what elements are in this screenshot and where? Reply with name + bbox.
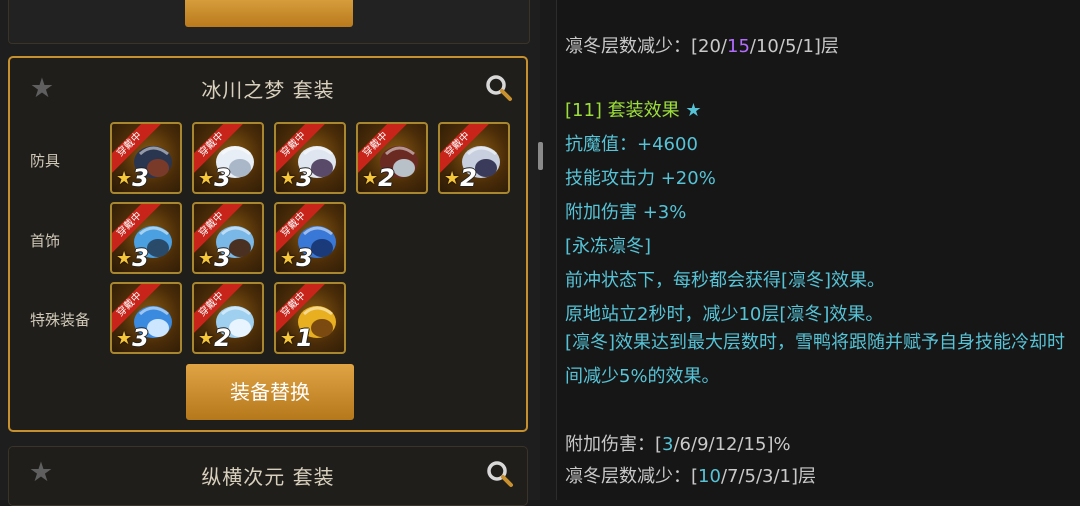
equipment-slot[interactable]: 穿戴中 ★ 3 <box>110 282 182 354</box>
equipment-slot[interactable]: 穿戴中 ★ 3 <box>110 202 182 274</box>
equipment-slot[interactable]: 穿戴中 ★ 3 <box>110 122 182 194</box>
frost-stack-line-1: 凛冬层数减少：[20/15/10/5/1]层 <box>565 36 839 57</box>
grade-label: ★ 2 <box>362 164 395 192</box>
equipment-slot[interactable]: 穿戴中 ★ 2 <box>192 282 264 354</box>
grade-label: ★ 2 <box>198 324 231 352</box>
skill-desc-1: 前冲状态下，每秒都会获得[凛冬]效果。 <box>565 270 886 291</box>
row-label-accessory: 首饰 <box>30 232 61 250</box>
equipment-slot[interactable]: 穿戴中 ★ 2 <box>356 122 428 194</box>
extra-damage-line: 附加伤害：[3/6/9/12/15]% <box>565 434 791 455</box>
equipment-slot[interactable]: 穿戴中 ★ 3 <box>274 202 346 274</box>
equip-swap-button-previous[interactable] <box>185 0 353 27</box>
equipment-slot[interactable]: 穿戴中 ★ 3 <box>274 122 346 194</box>
skill-desc-2: 原地站立2秒时，减少10层[凛冬]效果。 <box>565 304 884 325</box>
grade-label: ★ 3 <box>280 244 313 272</box>
stat-skill-attack: 技能攻击力 +20% <box>565 168 716 189</box>
set-effect-star-icon: ★ <box>685 100 702 121</box>
grade-label: ★ 3 <box>198 244 231 272</box>
grade-label: ★ 3 <box>116 244 149 272</box>
stat-extra-damage: 附加伤害 +3% <box>565 202 687 223</box>
set-list-panel: ★ 冰川之梦 套装 防具 首饰 特殊装备 穿戴中 ★ 3 穿戴中 ★ 3 穿戴中 ★ 3 穿戴中 ★… <box>0 0 543 506</box>
search-icon[interactable] <box>484 73 514 103</box>
row-label-armor: 防具 <box>30 152 61 170</box>
set-effect-header: [11] 套装效果 ★ <box>565 100 702 121</box>
grade-label: ★ 3 <box>280 164 313 192</box>
row-label-special: 特殊装备 <box>30 311 91 329</box>
set-card-previous <box>8 0 530 44</box>
skill-desc-3: [凛冬]效果达到最大层数时，雪鸭将跟随并赋予自身技能冷却时间减少5%的效果。 <box>565 332 1066 387</box>
equipment-slot[interactable]: 穿戴中 ★ 3 <box>192 202 264 274</box>
grade-label: ★ 3 <box>198 164 231 192</box>
stat-magic-resist: 抗魔值：+4600 <box>565 134 698 155</box>
set-title: 纵横次元 套装 <box>201 465 335 489</box>
grade-label: ★ 3 <box>116 164 149 192</box>
search-icon[interactable] <box>485 459 515 489</box>
scrollbar-handle[interactable] <box>538 142 543 170</box>
set-card-dimension[interactable]: ★ 纵横次元 套装 <box>8 446 528 506</box>
equipment-slot[interactable]: 穿戴中 ★ 1 <box>274 282 346 354</box>
frost-stack-line-2: 凛冬层数减少：[10/7/5/3/1]层 <box>565 466 817 487</box>
set-effect-tooltip: 凛冬层数减少：[20/15/10/5/1]层 [11] 套装效果 ★ 抗魔值：+… <box>556 0 1080 500</box>
equipment-slot[interactable]: 穿戴中 ★ 3 <box>192 122 264 194</box>
equipment-slot[interactable]: 穿戴中 ★ 2 <box>438 122 510 194</box>
grade-label: ★ 1 <box>280 324 313 352</box>
skill-name: [永冻凛冬] <box>565 236 652 257</box>
equip-swap-button[interactable]: 装备替换 <box>186 364 354 420</box>
grade-label: ★ 2 <box>444 164 477 192</box>
set-card-glacier-dream: ★ 冰川之梦 套装 防具 首饰 特殊装备 穿戴中 ★ 3 穿戴中 ★ 3 穿戴中 ★ 3 穿戴中 ★… <box>8 56 528 432</box>
set-title: 冰川之梦 套装 <box>201 78 335 102</box>
grade-label: ★ 3 <box>116 324 149 352</box>
